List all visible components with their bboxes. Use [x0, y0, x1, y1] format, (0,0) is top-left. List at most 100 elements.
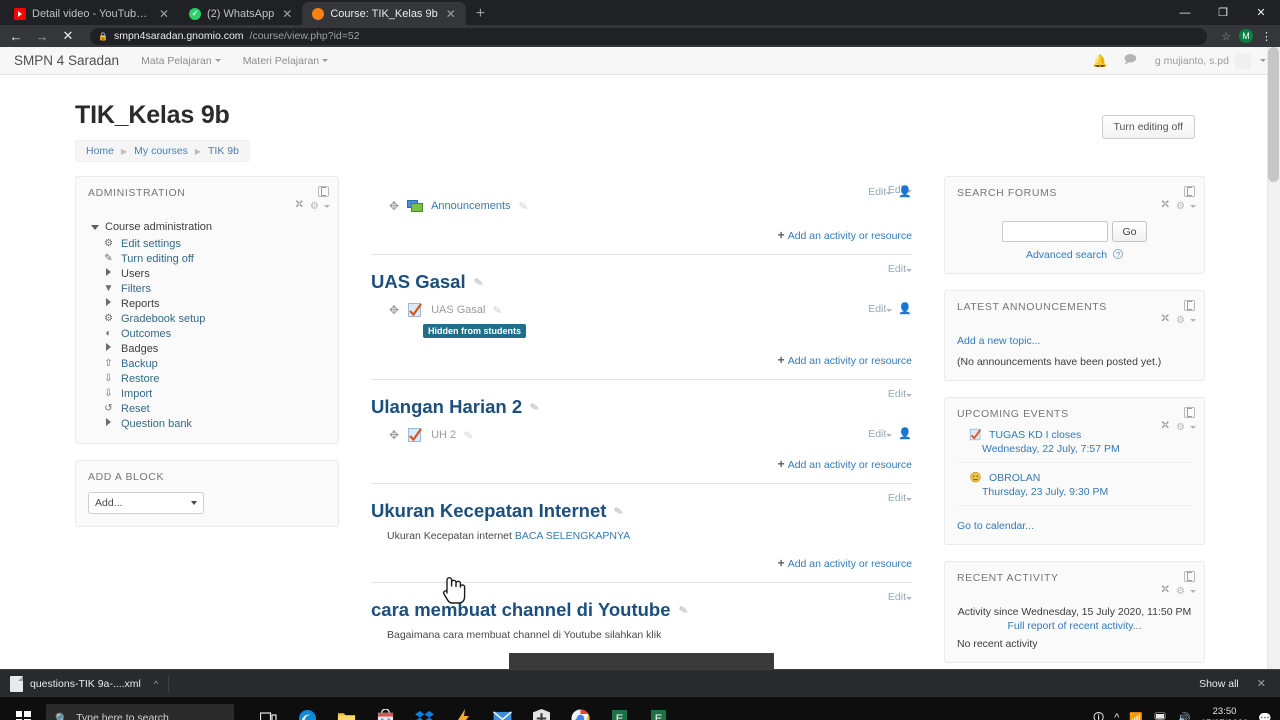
admin-item-import[interactable]: ⇩ Import [88, 386, 326, 401]
admin-item-badges[interactable]: Badges [88, 341, 326, 356]
address-bar[interactable]: 🔒 smpn4saradan.gnomio.com/course/view.ph… [90, 27, 1208, 45]
gear-icon[interactable]: ⚙ [1176, 201, 1185, 212]
full-report-link[interactable]: Full report of recent activity... [957, 620, 1192, 632]
start-button[interactable] [0, 697, 46, 720]
add-activity-link[interactable]: + Add an activity or resource [371, 443, 912, 471]
move-icon[interactable] [294, 201, 305, 212]
read-more-link[interactable]: BACA SELENGKAPNYA [515, 530, 630, 542]
chevron-down-icon[interactable] [324, 205, 330, 208]
close-icon[interactable]: ✕ [444, 8, 458, 20]
wifi-icon[interactable]: 📶 [1129, 712, 1143, 720]
add-activity-link[interactable]: + Add an activity or resource [371, 542, 912, 570]
file-explorer-icon[interactable] [328, 697, 364, 720]
forward-icon[interactable]: → [34, 29, 50, 44]
move-icon[interactable] [1160, 422, 1171, 433]
drag-handle-icon[interactable]: ✥ [389, 199, 399, 213]
help-tray-icon[interactable]: 🛈 [1093, 709, 1104, 720]
notifications-bell-icon[interactable]: 🔔 [1093, 54, 1108, 68]
event-name[interactable]: TUGAS KD I closes [989, 429, 1081, 441]
page-scrollbar[interactable] [1267, 47, 1280, 669]
dropbox-icon[interactable] [406, 697, 442, 720]
breadcrumb-item-current[interactable]: TIK 9b [208, 145, 239, 157]
help-icon[interactable]: ? [1113, 249, 1124, 259]
gear-icon[interactable]: ⚙ [1176, 422, 1185, 433]
browser-tab-2[interactable]: ✓ (2) WhatsApp ✕ [179, 2, 302, 25]
stop-loading-icon[interactable]: ✕ [60, 28, 76, 44]
activity-row-uas-gasal[interactable]: ✥ UAS Gasal ✎ Edit 👤 [371, 293, 912, 318]
admin-item-restore[interactable]: ⇩ Restore [88, 371, 326, 386]
excel-icon[interactable]: E [601, 697, 637, 720]
assign-roles-icon[interactable]: 👤 [898, 302, 912, 315]
assign-roles-icon[interactable]: 👤 [898, 427, 912, 440]
nav-item-materi-pelajaran[interactable]: Materi Pelajaran [243, 55, 329, 67]
drag-handle-icon[interactable]: ✥ [389, 428, 399, 442]
network-icon[interactable]: 🖥 [1153, 712, 1167, 720]
browser-tab-3-active[interactable]: Course: TIK_Kelas 9b ✕ [302, 2, 466, 25]
section-edit-menu[interactable]: Edit [888, 591, 912, 603]
chevron-up-icon[interactable]: ^ [154, 679, 158, 689]
breadcrumb-item-my-courses[interactable]: My courses [134, 145, 188, 157]
drag-handle-icon[interactable]: ✥ [389, 303, 399, 317]
close-window-icon[interactable]: ✕ [1242, 0, 1280, 25]
admin-item-gradebook-setup[interactable]: ⚙ Gradebook setup [88, 311, 326, 326]
activity-edit-menu[interactable]: Edit [868, 428, 893, 440]
dock-block-icon[interactable] [1184, 186, 1195, 197]
activity-row-announcements[interactable]: ✥ Announcements ✎ Edit 👤 [371, 176, 912, 214]
activity-row-uh-2[interactable]: ✥ UH 2 ✎ Edit 👤 [371, 418, 912, 443]
search-input[interactable] [1002, 221, 1109, 242]
back-icon[interactable]: ← [8, 29, 24, 44]
show-hidden-icons-chevron-up-icon[interactable]: ^ [1114, 712, 1119, 720]
volume-icon[interactable]: 🔊 [1177, 712, 1191, 720]
chevron-down-icon[interactable] [1190, 205, 1196, 208]
mail-icon[interactable] [484, 697, 520, 720]
event-name[interactable]: OBROLAN [989, 472, 1040, 484]
site-brand[interactable]: SMPN 4 Saradan [14, 53, 119, 68]
dock-block-icon[interactable] [1184, 571, 1195, 582]
add-activity-link[interactable]: + Add an activity or resource [371, 214, 912, 242]
embedded-video-placeholder[interactable] [509, 653, 774, 669]
dock-block-icon[interactable] [1184, 300, 1195, 311]
admin-item-question-bank[interactable]: Question bank [88, 416, 326, 431]
close-icon[interactable]: ✕ [157, 8, 171, 20]
move-icon[interactable] [1160, 201, 1171, 212]
section-edit-menu[interactable]: Edit [888, 263, 912, 275]
pencil-icon[interactable]: ✎ [677, 603, 689, 617]
close-download-bar-icon[interactable]: ✕ [1253, 677, 1270, 690]
microsoft-store-icon[interactable] [367, 697, 403, 720]
browser-tab-1[interactable]: Detail video - YouTube Studio ✕ [4, 2, 179, 25]
gear-icon[interactable]: ⚙ [310, 201, 319, 212]
admin-item-outcomes[interactable]: ◐ Outcomes [88, 326, 326, 341]
search-go-button[interactable]: Go [1112, 221, 1147, 242]
gear-icon[interactable]: ⚙ [1176, 586, 1185, 597]
activity-name[interactable]: UH 2 [431, 429, 456, 441]
new-tab-button[interactable]: + [466, 5, 495, 25]
task-view-icon[interactable] [250, 697, 286, 720]
move-icon[interactable] [1160, 315, 1171, 326]
admin-item-reset[interactable]: ↺ Reset [88, 401, 326, 416]
go-to-calendar-link[interactable]: Go to calendar... [957, 520, 1192, 532]
admin-item-filters[interactable]: ▼ Filters [88, 281, 326, 296]
admin-item-edit-settings[interactable]: ⚙ Edit settings [88, 236, 326, 251]
lightning-icon[interactable] [445, 697, 481, 720]
pencil-icon[interactable]: ✎ [613, 504, 625, 518]
edge-icon[interactable] [289, 697, 325, 720]
turn-editing-off-button[interactable]: Turn editing off [1101, 115, 1195, 139]
dock-block-icon[interactable] [318, 186, 329, 197]
admin-item-reports[interactable]: Reports [88, 296, 326, 311]
activity-name[interactable]: UAS Gasal [431, 304, 485, 316]
pencil-icon[interactable]: ✎ [529, 400, 540, 414]
add-block-select[interactable]: Add... [88, 492, 204, 514]
add-new-topic-link[interactable]: Add a new topic... [957, 335, 1192, 347]
chrome-icon[interactable] [562, 697, 598, 720]
admin-item-users[interactable]: Users [88, 266, 326, 281]
chrome-menu-icon[interactable]: ⋮ [1261, 30, 1272, 43]
chevron-down-icon[interactable] [1190, 426, 1196, 429]
messages-icon[interactable]: 🗩 [1124, 50, 1137, 71]
event-date[interactable]: Wednesday, 22 July, 7:57 PM [957, 443, 1192, 455]
pencil-icon[interactable]: ✎ [518, 199, 529, 213]
nav-item-mata-pelajaran[interactable]: Mata Pelajaran [141, 55, 221, 67]
chevron-down-icon[interactable] [1190, 590, 1196, 593]
admin-item-turn-editing-off[interactable]: ✎ Turn editing off [88, 251, 326, 266]
action-center-icon[interactable]: 💬 [1258, 712, 1272, 720]
scrollbar-thumb[interactable] [1268, 47, 1279, 182]
